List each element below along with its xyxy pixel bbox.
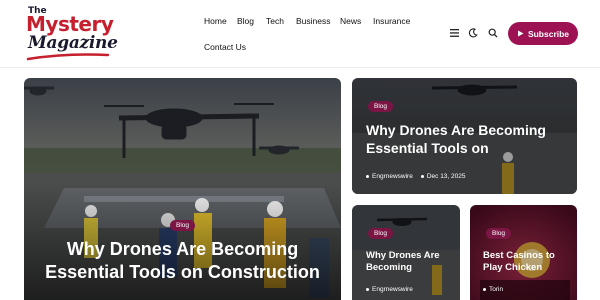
side-article-card[interactable]: Blog Why Drones Are Becoming Essential T… — [352, 78, 577, 194]
small-article-card-casino[interactable]: Blog Best Casinos to Play Chicken Torin — [470, 205, 577, 300]
category-badge[interactable]: Blog — [368, 101, 394, 112]
small-article-meta: Engrnewswire — [366, 286, 413, 293]
logo-swoosh — [26, 53, 110, 61]
play-icon — [517, 30, 524, 37]
author-name[interactable]: Engrnewswire — [366, 286, 413, 293]
nav-item-news[interactable]: News — [340, 16, 361, 26]
category-badge[interactable]: Blog — [368, 228, 394, 239]
author-name[interactable]: Torin — [483, 286, 503, 293]
nav-item-tech[interactable]: Tech — [266, 16, 284, 26]
nav-item-insurance[interactable]: Insurance — [373, 16, 410, 26]
casino-article-title[interactable]: Best Casinos to Play Chicken — [483, 250, 573, 274]
small-article-title[interactable]: Why Drones Are Becoming — [366, 250, 458, 274]
menu-icon[interactable] — [448, 27, 460, 39]
nav-item-contact-us[interactable]: Contact Us — [204, 42, 246, 52]
featured-article-card[interactable]: Blog Why Drones Are Becoming Essential T… — [24, 78, 341, 300]
side-article-title[interactable]: Why Drones Are Becoming Essential Tools … — [366, 122, 566, 157]
subscribe-label: Subscribe — [527, 28, 570, 39]
post-date: Dec 13, 2025 — [420, 173, 466, 180]
search-icon[interactable] — [487, 27, 499, 39]
nav-item-blog[interactable]: Blog — [237, 16, 254, 26]
category-badge[interactable]: Blog — [486, 228, 512, 239]
site-header: The Mystery Magazine Home Blog Tech Busi… — [0, 0, 600, 68]
featured-title[interactable]: Why Drones Are Becoming Essential Tools … — [36, 238, 329, 283]
nav-item-business[interactable]: Business — [296, 16, 331, 26]
nav-item-home[interactable]: Home — [204, 16, 227, 26]
small-article-card[interactable]: Blog Why Drones Are Becoming Engrnewswir… — [352, 205, 460, 300]
subscribe-button[interactable]: Subscribe — [508, 22, 578, 45]
site-logo[interactable]: The Mystery Magazine — [26, 6, 118, 62]
category-badge[interactable]: Blog — [170, 220, 196, 231]
logo-text-magazine: Magazine — [28, 33, 118, 53]
side-article-meta: Engrnewswire Dec 13, 2025 — [366, 173, 466, 180]
casino-article-meta: Torin — [483, 286, 503, 293]
author-name[interactable]: Engrnewswire — [366, 173, 413, 180]
moon-icon[interactable] — [467, 27, 479, 39]
